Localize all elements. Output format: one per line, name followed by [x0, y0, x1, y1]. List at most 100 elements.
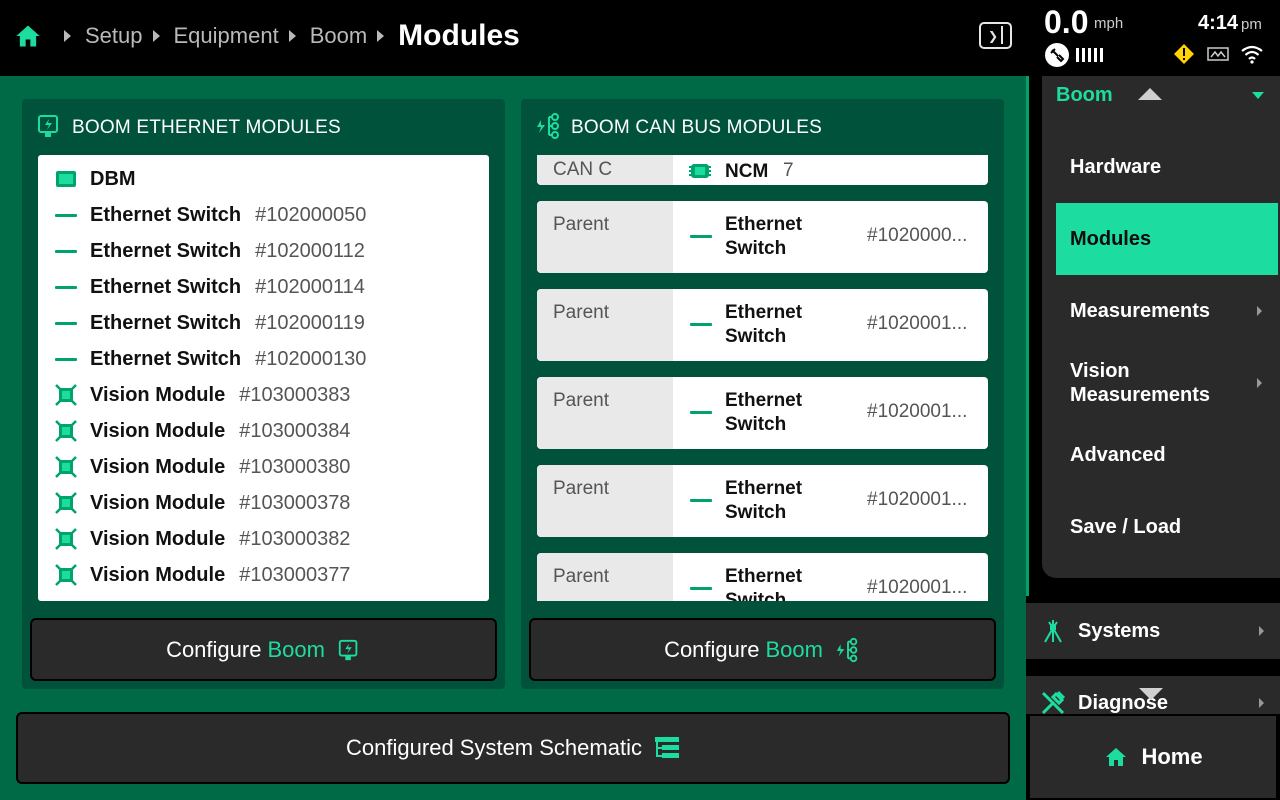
list-item[interactable]: Ethernet Switch #102000119	[54, 308, 365, 338]
module-serial: #1020001...	[867, 401, 968, 422]
clock-time: 4:14	[1198, 12, 1239, 34]
module-name: DBM	[90, 167, 136, 190]
gps-satellite-icon[interactable]	[1044, 42, 1070, 68]
module-serial: #103000377	[239, 563, 351, 586]
breadcrumb-separator-icon	[64, 30, 71, 42]
ethernet-module-icon	[338, 639, 358, 660]
scroll-down-icon[interactable]	[1139, 688, 1163, 700]
can-row-label: Parent	[537, 201, 673, 273]
module-serial: #1020001...	[867, 313, 968, 334]
vision-module-icon	[54, 383, 78, 407]
panel-toggle-button[interactable]: ❯	[979, 22, 1012, 49]
switch-dash-icon	[690, 587, 712, 590]
module-serial: #1020001...	[867, 489, 968, 510]
vision-module-icon	[54, 527, 78, 551]
sidebar-item-label: Save / Load	[1070, 515, 1182, 538]
module-serial: #103000380	[239, 455, 351, 478]
module-name: Ethernet Switch	[90, 239, 242, 262]
sidebar-item-systems[interactable]: Systems	[1026, 603, 1280, 659]
list-item[interactable]: Vision Module #103000377	[54, 560, 350, 590]
chevron-right-icon	[1257, 378, 1262, 388]
home-icon	[1106, 748, 1127, 766]
list-item[interactable]: Vision Module #103000384	[54, 416, 350, 446]
list-item[interactable]: Parent Ethernet Switch #1020001...	[537, 377, 988, 449]
list-item[interactable]: Vision Module #103000383	[54, 380, 350, 410]
sidebar-item-label: Hardware	[1070, 155, 1162, 178]
collapse-chevron-icon[interactable]	[1252, 92, 1264, 99]
scroll-up-icon[interactable]	[1138, 88, 1162, 100]
list-item[interactable]: Ethernet Switch #102000050	[54, 200, 366, 230]
module-serial: #103000382	[239, 527, 351, 550]
can-bus-icon	[836, 637, 858, 662]
module-name: Ethernet Switch	[725, 478, 803, 523]
breadcrumb-equipment[interactable]: Equipment	[174, 23, 279, 49]
sidebar: Boom Hardware Modules Measurements Visio…	[1026, 76, 1280, 800]
switch-dash-icon	[690, 323, 712, 326]
can-row-label: Parent	[537, 553, 673, 601]
configure-label: Configure	[166, 636, 262, 662]
wifi-icon[interactable]	[1240, 44, 1264, 64]
sidebar-item-label: Systems	[1078, 619, 1161, 642]
can-module-list[interactable]: CAN C NCM 7 Parent Ethernet Switch #1020…	[537, 155, 988, 601]
home-icon[interactable]	[14, 22, 42, 50]
sidebar-item-hardware[interactable]: Hardware	[1056, 131, 1278, 203]
speed-value: 0.0	[1044, 4, 1089, 40]
module-name: Ethernet Switch	[90, 311, 242, 334]
module-serial: #1020000...	[867, 225, 968, 246]
module-name: Vision Module	[90, 491, 226, 514]
chevron-right-icon	[1259, 626, 1264, 636]
list-item[interactable]: Parent Ethernet Switch #1020001...	[537, 465, 988, 537]
home-button[interactable]: Home	[1028, 714, 1278, 800]
breadcrumb-setup[interactable]: Setup	[85, 23, 143, 49]
switch-dash-icon	[54, 203, 78, 227]
list-item[interactable]: Vision Module #103000380	[54, 452, 350, 482]
module-serial: 7	[783, 160, 794, 181]
module-name: Vision Module	[90, 563, 226, 586]
chevron-right-icon	[1259, 698, 1264, 708]
list-item[interactable]: Ethernet Switch #102000114	[54, 272, 365, 302]
configure-boom-can-button[interactable]: Configure Boom	[529, 618, 996, 681]
list-item[interactable]: CAN C NCM 7	[537, 155, 988, 185]
ncm-icon	[689, 164, 711, 178]
warning-icon[interactable]	[1173, 43, 1195, 65]
list-item[interactable]: Parent Ethernet Switch #1020001...	[537, 553, 988, 601]
dbm-icon	[54, 167, 78, 191]
list-item[interactable]: DBM	[54, 164, 150, 194]
main-content: BOOM ETHERNET MODULES DBM Ethernet Switc…	[0, 76, 1026, 800]
ethernet-module-list[interactable]: DBM Ethernet Switch #102000050 Ethernet …	[38, 155, 489, 601]
list-item[interactable]: Vision Module #103000382	[54, 524, 350, 554]
list-item[interactable]: Ethernet Switch #102000130	[54, 344, 366, 374]
list-item[interactable]: Vision Module #103000378	[54, 488, 350, 518]
chevron-right-icon	[1257, 306, 1262, 316]
breadcrumb-separator-icon	[377, 30, 385, 42]
module-serial: #103000384	[239, 419, 351, 442]
chevron-right-icon: ❯	[988, 29, 999, 43]
module-serial: #102000114	[255, 275, 365, 298]
sidebar-item-vision-measurements[interactable]: Vision Measurements	[1056, 347, 1278, 419]
signal-strength-icon	[1076, 48, 1103, 62]
systems-icon	[1044, 620, 1062, 643]
breadcrumb: Setup Equipment Boom Modules	[14, 18, 520, 54]
breadcrumb-boom[interactable]: Boom	[310, 23, 367, 49]
list-item[interactable]: Parent Ethernet Switch #1020001...	[537, 289, 988, 361]
page-title: Modules	[398, 19, 520, 52]
sidebar-item-advanced[interactable]: Advanced	[1056, 419, 1278, 491]
module-name: Ethernet Switch	[90, 275, 242, 298]
list-item[interactable]: Parent Ethernet Switch #1020000...	[537, 201, 988, 273]
speed-unit: mph	[1094, 15, 1124, 32]
module-name: Ethernet Switch	[725, 214, 803, 259]
sidebar-item-modules[interactable]: Modules	[1056, 203, 1278, 275]
list-item[interactable]: Ethernet Switch #102000112	[54, 236, 365, 266]
configure-boom-ethernet-button[interactable]: Configure Boom	[30, 618, 497, 681]
submenu-header[interactable]: Boom	[1056, 84, 1113, 107]
switch-dash-icon	[54, 311, 78, 335]
schematic-icon	[654, 737, 679, 758]
vision-module-icon	[54, 419, 78, 443]
module-name: Ethernet Switch	[90, 203, 242, 226]
sidebar-item-label: Measurements	[1070, 299, 1211, 322]
machine-status-icon[interactable]	[1207, 46, 1229, 62]
sidebar-item-save-load[interactable]: Save / Load	[1056, 491, 1278, 563]
module-serial: #103000378	[239, 491, 351, 514]
sidebar-item-measurements[interactable]: Measurements	[1056, 275, 1278, 347]
configured-system-schematic-button[interactable]: Configured System Schematic	[16, 712, 1010, 784]
